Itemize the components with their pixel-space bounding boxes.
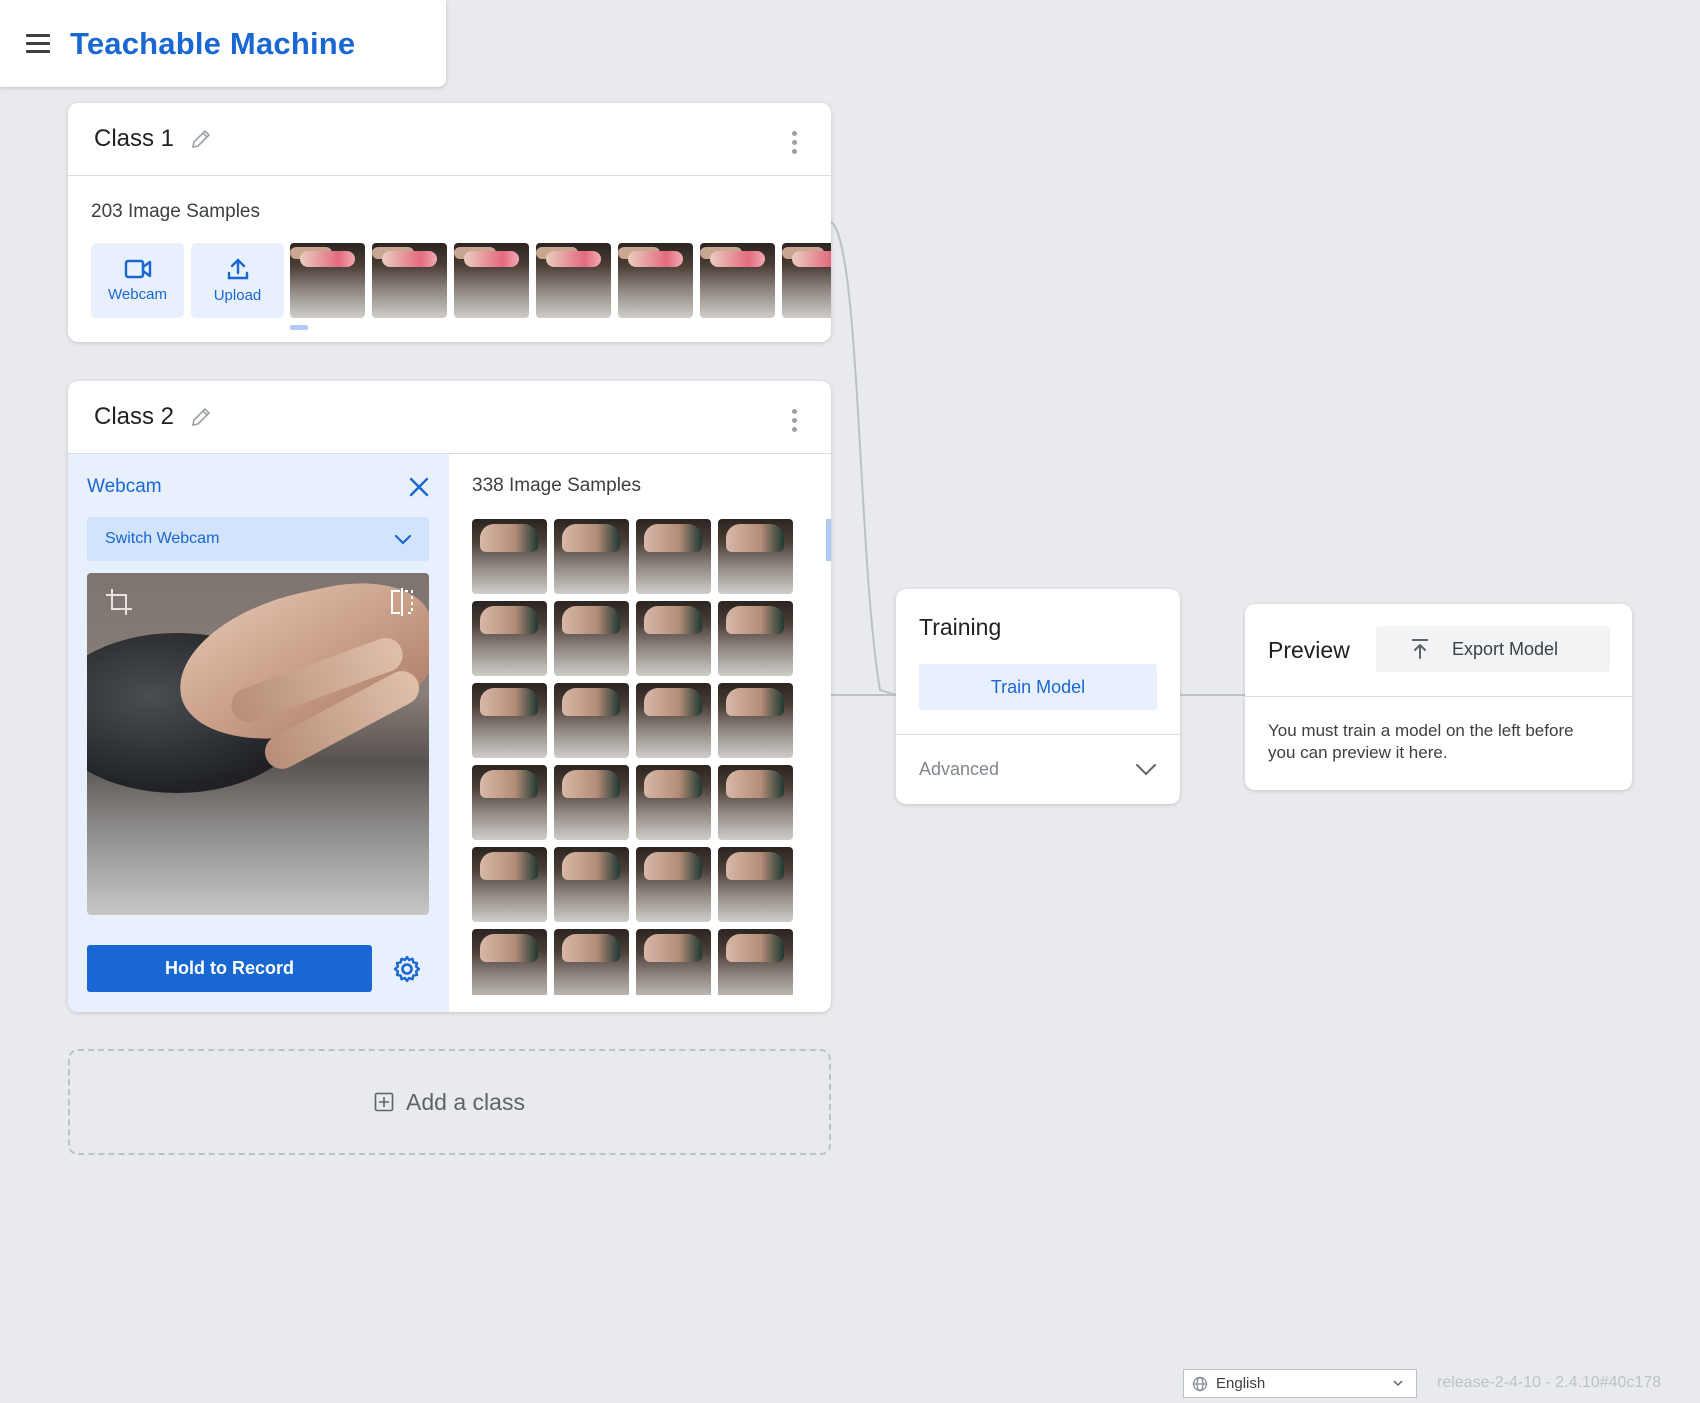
more-options-icon[interactable] <box>792 409 797 432</box>
preview-title: Preview <box>1268 637 1350 663</box>
app-header: Teachable Machine <box>0 0 446 87</box>
webcam-feed <box>87 573 429 915</box>
class-card-header: Class 1 <box>68 103 831 176</box>
sample-thumbnail[interactable] <box>636 519 711 594</box>
sample-thumbnail[interactable] <box>472 519 547 594</box>
upload-icon <box>227 258 248 280</box>
add-class-button[interactable]: Add a class <box>68 1049 831 1155</box>
samples-count: 338 Image Samples <box>472 475 641 496</box>
training-card: Training Train Model Advanced <box>896 589 1180 804</box>
sample-thumbnail[interactable] <box>718 519 793 594</box>
preview-message: You must train a model on the left befor… <box>1268 721 1574 762</box>
sample-thumbnail[interactable] <box>636 601 711 676</box>
sample-thumbnail[interactable] <box>782 243 831 318</box>
samples-count: 203 Image Samples <box>91 201 260 222</box>
webcam-panel-title: Webcam <box>87 476 162 497</box>
class-name[interactable]: Class 1 <box>94 125 174 153</box>
divider <box>1245 696 1632 697</box>
sample-thumbnail[interactable] <box>554 929 629 995</box>
export-icon <box>1412 639 1428 659</box>
class-card-header: Class 2 <box>68 381 831 454</box>
sample-thumbnail[interactable] <box>472 683 547 758</box>
switch-webcam-label: Switch Webcam <box>105 530 220 547</box>
chevron-down-icon <box>394 534 412 545</box>
sample-thumbnail[interactable] <box>554 519 629 594</box>
vertical-scrollbar[interactable] <box>826 519 831 561</box>
sample-thumbnail[interactable] <box>472 929 547 995</box>
sample-thumbnail[interactable] <box>636 929 711 995</box>
sample-thumbnail[interactable] <box>536 243 611 318</box>
sample-thumbnail[interactable] <box>636 683 711 758</box>
hold-to-record-button[interactable]: Hold to Record <box>87 945 372 992</box>
pencil-icon[interactable] <box>188 404 214 430</box>
sample-thumbnail[interactable] <box>290 243 365 318</box>
webcam-panel: Webcam Switch Webcam Hold to Record <box>68 454 449 1012</box>
sample-thumbnails <box>290 243 831 318</box>
video-camera-icon <box>124 259 151 279</box>
sample-thumbnail[interactable] <box>718 765 793 840</box>
sample-thumbnail[interactable] <box>718 683 793 758</box>
upload-button-label: Upload <box>213 287 262 304</box>
sample-thumbnail[interactable] <box>700 243 775 318</box>
close-icon[interactable] <box>409 477 429 502</box>
app-title[interactable]: Teachable Machine <box>70 26 355 62</box>
crop-icon[interactable] <box>104 587 134 617</box>
switch-webcam-select[interactable]: Switch Webcam <box>87 517 429 561</box>
sample-thumbnail[interactable] <box>472 847 547 922</box>
more-options-icon[interactable] <box>792 131 797 154</box>
sample-thumbnail[interactable] <box>636 847 711 922</box>
sample-thumbnail[interactable] <box>472 765 547 840</box>
pencil-icon[interactable] <box>188 126 214 152</box>
hamburger-menu-icon[interactable] <box>26 29 56 59</box>
sample-thumbnail[interactable] <box>718 601 793 676</box>
release-version: release-2-4-10 - 2.4.10#40c178 <box>1437 1374 1662 1391</box>
globe-icon <box>1192 1376 1208 1391</box>
chevron-down-icon <box>1393 1380 1403 1387</box>
training-title: Training <box>919 614 1002 640</box>
sample-thumbnail[interactable] <box>554 847 629 922</box>
sample-thumbnail[interactable] <box>472 601 547 676</box>
export-model-button[interactable]: Export Model <box>1376 626 1610 672</box>
class-name[interactable]: Class 2 <box>94 403 174 431</box>
upload-button[interactable]: Upload <box>191 243 284 318</box>
sample-thumbnail[interactable] <box>618 243 693 318</box>
class-card-2: Class 2 Webcam Switch Webcam Hold to Rec… <box>68 381 831 1012</box>
add-class-label: Add a class <box>406 1088 525 1115</box>
train-model-button[interactable]: Train Model <box>919 664 1157 710</box>
language-select[interactable]: English <box>1183 1369 1417 1398</box>
add-box-icon <box>374 1092 394 1112</box>
class-card-1: Class 1 203 Image Samples Webcam Upload <box>68 103 831 342</box>
advanced-toggle[interactable]: Advanced <box>919 759 999 780</box>
export-model-label: Export Model <box>1452 638 1559 659</box>
sample-thumbnail[interactable] <box>718 929 793 995</box>
chevron-down-icon[interactable] <box>1134 759 1158 779</box>
sample-thumbnail[interactable] <box>554 601 629 676</box>
sample-thumbnail[interactable] <box>554 683 629 758</box>
preview-card: Preview Export Model You must train a mo… <box>1245 604 1632 790</box>
webcam-button[interactable]: Webcam <box>91 243 184 318</box>
flip-icon[interactable] <box>389 587 415 617</box>
divider <box>896 734 1180 735</box>
horizontal-scrollbar[interactable] <box>290 325 308 330</box>
gear-icon[interactable] <box>392 954 422 984</box>
webcam-button-label: Webcam <box>108 286 167 303</box>
sample-thumbnail[interactable] <box>718 847 793 922</box>
sample-thumbnail[interactable] <box>372 243 447 318</box>
sample-grid <box>472 519 793 995</box>
sample-thumbnail[interactable] <box>636 765 711 840</box>
sample-thumbnail[interactable] <box>454 243 529 318</box>
sample-thumbnail[interactable] <box>554 765 629 840</box>
language-label: English <box>1216 1375 1266 1392</box>
